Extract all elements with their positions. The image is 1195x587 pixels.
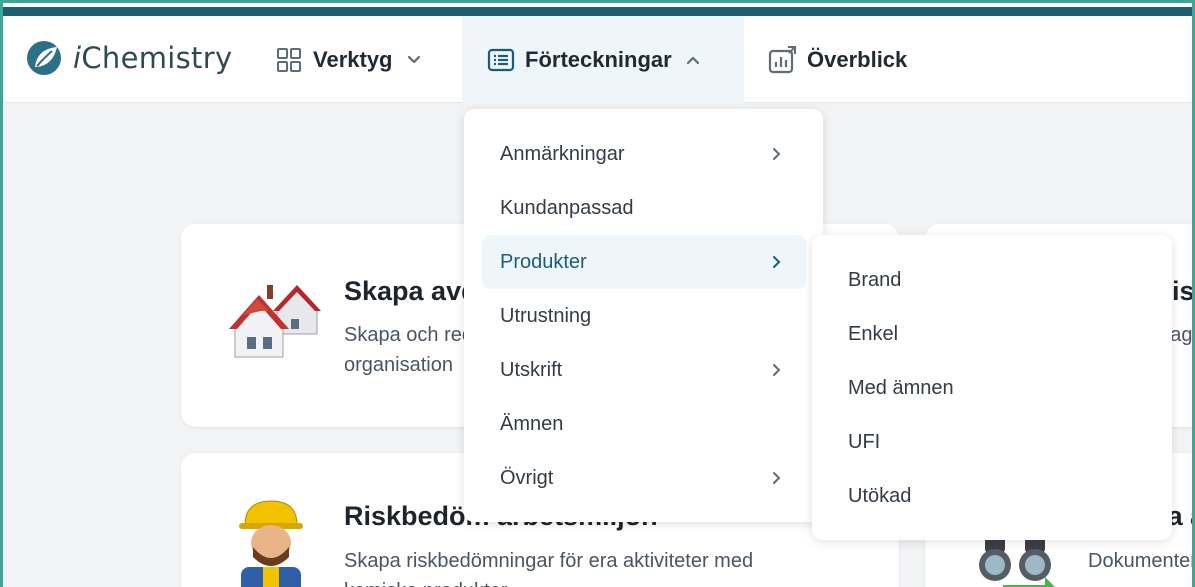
nav-label: Verktyg: [313, 46, 393, 72]
menu-item-label: Övrigt: [500, 466, 554, 489]
menu-item-produkter[interactable]: Produkter: [482, 235, 806, 289]
chevron-right-icon: [773, 364, 781, 376]
chevron-down-icon: [407, 55, 420, 63]
menu-item-utrustning[interactable]: Utrustning: [482, 289, 806, 343]
menu-item-utskrift[interactable]: Utskrift: [482, 343, 806, 397]
produkter-submenu: Brand Enkel Med ämnen UFI Utökad: [812, 235, 1172, 540]
card-description: Skapa riskbedömningar för era aktivitete…: [344, 550, 754, 572]
menu-item-label: Utskrift: [500, 358, 563, 381]
chevron-right-icon: [773, 256, 781, 268]
menu-item-label: Anmärkningar: [500, 142, 625, 165]
card-description: Dokumentera: [1088, 550, 1192, 572]
top-accent-bar: [3, 3, 1192, 16]
leaf-logo-icon: [27, 41, 61, 75]
submenu-item-med-amnen[interactable]: Med ämnen: [848, 373, 954, 403]
menu-item-label: Produkter: [500, 250, 587, 273]
ichemistry-logo[interactable]: iChemistry: [25, 39, 232, 77]
forteckningar-dropdown: Anmärkningar Kundanpassad Produkter Utru…: [464, 109, 823, 522]
menu-item-kundanpassad[interactable]: Kundanpassad: [482, 181, 806, 235]
menu-item-label: Ämnen: [500, 412, 564, 435]
menu-item-label: Kundanpassad: [500, 196, 634, 219]
app-frame: Skapa avdelningar Skapa och redigera avd…: [0, 0, 1195, 587]
menu-item-ovrigt[interactable]: Övrigt: [482, 451, 806, 505]
nav-verktyg[interactable]: Verktyg: [275, 16, 423, 103]
chevron-right-icon: [773, 472, 781, 484]
top-navigation-bar: iChemistry Verktyg Förteckningar Överbli…: [3, 16, 1192, 103]
houses-icon: [229, 285, 321, 358]
submenu-item-brand[interactable]: Brand: [848, 265, 901, 295]
card-description-line2: organisation: [344, 354, 453, 376]
menu-item-amnen[interactable]: Ämnen: [482, 397, 806, 451]
logo-text: iChemistry: [73, 41, 233, 75]
nav-label: Överblick: [807, 46, 908, 72]
chevron-right-icon: [773, 148, 781, 160]
menu-item-label: Utrustning: [500, 304, 592, 327]
nav-overblick[interactable]: Överblick: [767, 16, 907, 103]
chevron-up-icon: [686, 56, 699, 64]
submenu-item-ufi[interactable]: UFI: [848, 427, 880, 457]
menu-item-anmarkningar[interactable]: Anmärkningar: [482, 127, 806, 181]
nav-label: Förteckningar: [525, 46, 672, 72]
card-description-line2: kemiska produkter: [344, 576, 507, 587]
submenu-item-enkel[interactable]: Enkel: [848, 319, 898, 349]
worker-icon: [239, 500, 303, 587]
chart-icon: [768, 45, 796, 73]
list-icon: [487, 48, 515, 71]
grid-icon: [277, 47, 301, 72]
nav-forteckningar[interactable]: Förteckningar: [462, 16, 744, 103]
submenu-item-utokad[interactable]: Utökad: [848, 481, 911, 511]
